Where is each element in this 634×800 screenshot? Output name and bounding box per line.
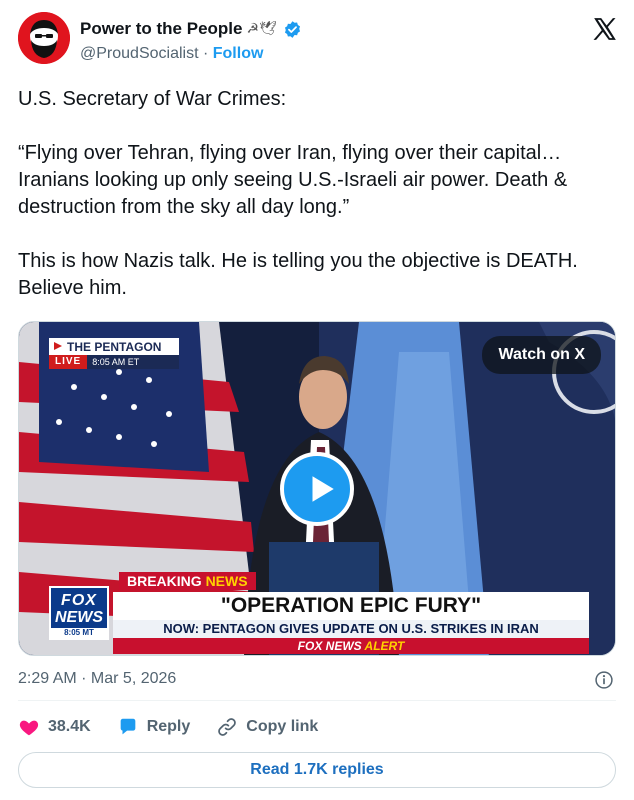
- avatar-portrait-image: [18, 12, 70, 64]
- tweet-header: Power to the People ☭🕊 @ProudSocialist ·…: [18, 12, 618, 68]
- fox-news-logo: FOX NEWS 8:05 MT: [49, 586, 109, 640]
- tweet-paragraph: U.S. Secretary of War Crimes:: [18, 88, 287, 110]
- live-indicator: LIVE: [49, 355, 88, 369]
- badge-title: THE PENTAGON: [49, 338, 179, 355]
- logo-fox-text: FOX: [61, 592, 97, 609]
- live-time: 8:05 AM ET: [92, 357, 140, 367]
- x-logo-icon[interactable]: [592, 16, 618, 42]
- name-row: Power to the People ☭🕊: [80, 19, 302, 39]
- alert-brand: FOX NEWS: [297, 639, 365, 653]
- tweet-text: U.S. Secretary of War Crimes: “Flying ov…: [18, 86, 614, 302]
- logo-news-text: NEWS: [55, 609, 103, 626]
- tweet-paragraph: “Flying over Tehran, flying over Iran, f…: [18, 142, 568, 218]
- live-badge: THE PENTAGON LIVE 8:05 AM ET: [49, 338, 179, 369]
- reply-button[interactable]: Reply: [117, 716, 191, 738]
- link-icon: [218, 718, 237, 736]
- name-emojis: ☭🕊: [246, 21, 277, 37]
- avatar[interactable]: [18, 12, 70, 64]
- heart-icon: [19, 720, 39, 736]
- handle-separator: ·: [202, 45, 209, 62]
- divider: [18, 700, 616, 701]
- breaking-news-label: BREAKING NEWS: [119, 572, 256, 590]
- like-count: 38.4K: [48, 718, 91, 735]
- copy-link-button[interactable]: Copy link: [216, 716, 318, 738]
- read-replies-button[interactable]: Read 1.7K replies: [18, 752, 616, 788]
- copy-link-label: Copy link: [246, 718, 319, 735]
- handle[interactable]: @ProudSocialist: [80, 45, 199, 62]
- play-button[interactable]: [280, 452, 354, 526]
- fox-news-alert-bar: FOX NEWS ALERT: [113, 638, 589, 654]
- follow-button[interactable]: Follow: [213, 45, 264, 62]
- chyron-subhead: NOW: PENTAGON GIVES UPDATE ON U.S. STRIK…: [113, 620, 589, 638]
- timestamp-row: 2:29 AM · Mar 5, 2026: [18, 670, 616, 692]
- reply-bubble-icon: [120, 718, 136, 735]
- like-button[interactable]: 38.4K: [18, 716, 91, 738]
- tweet-paragraph: This is how Nazis talk. He is telling yo…: [18, 250, 578, 299]
- display-name[interactable]: Power to the People: [80, 19, 242, 39]
- logo-time: 8:05 MT: [51, 628, 107, 638]
- watch-on-x-button[interactable]: Watch on X: [482, 336, 601, 374]
- verified-badge-icon: [284, 20, 300, 38]
- breaking-news-word: NEWS: [205, 573, 248, 589]
- action-bar: 38.4K Reply Copy link: [18, 715, 344, 739]
- video-player[interactable]: THE PENTAGON LIVE 8:05 AM ET Watch on X …: [18, 321, 616, 656]
- breaking-prefix: BREAKING: [127, 573, 206, 589]
- timestamp[interactable]: 2:29 AM · Mar 5, 2026: [18, 670, 176, 687]
- play-icon: [312, 476, 334, 502]
- chyron-headline: "OPERATION EPIC FURY": [113, 592, 589, 620]
- info-icon[interactable]: [594, 670, 614, 690]
- reply-label: Reply: [146, 718, 191, 735]
- handle-row: @ProudSocialist · Follow: [80, 45, 263, 63]
- alert-word: ALERT: [364, 639, 405, 653]
- news-chyron: FOX NEWS 8:05 MT BREAKING NEWS "OPERATIO…: [49, 570, 589, 654]
